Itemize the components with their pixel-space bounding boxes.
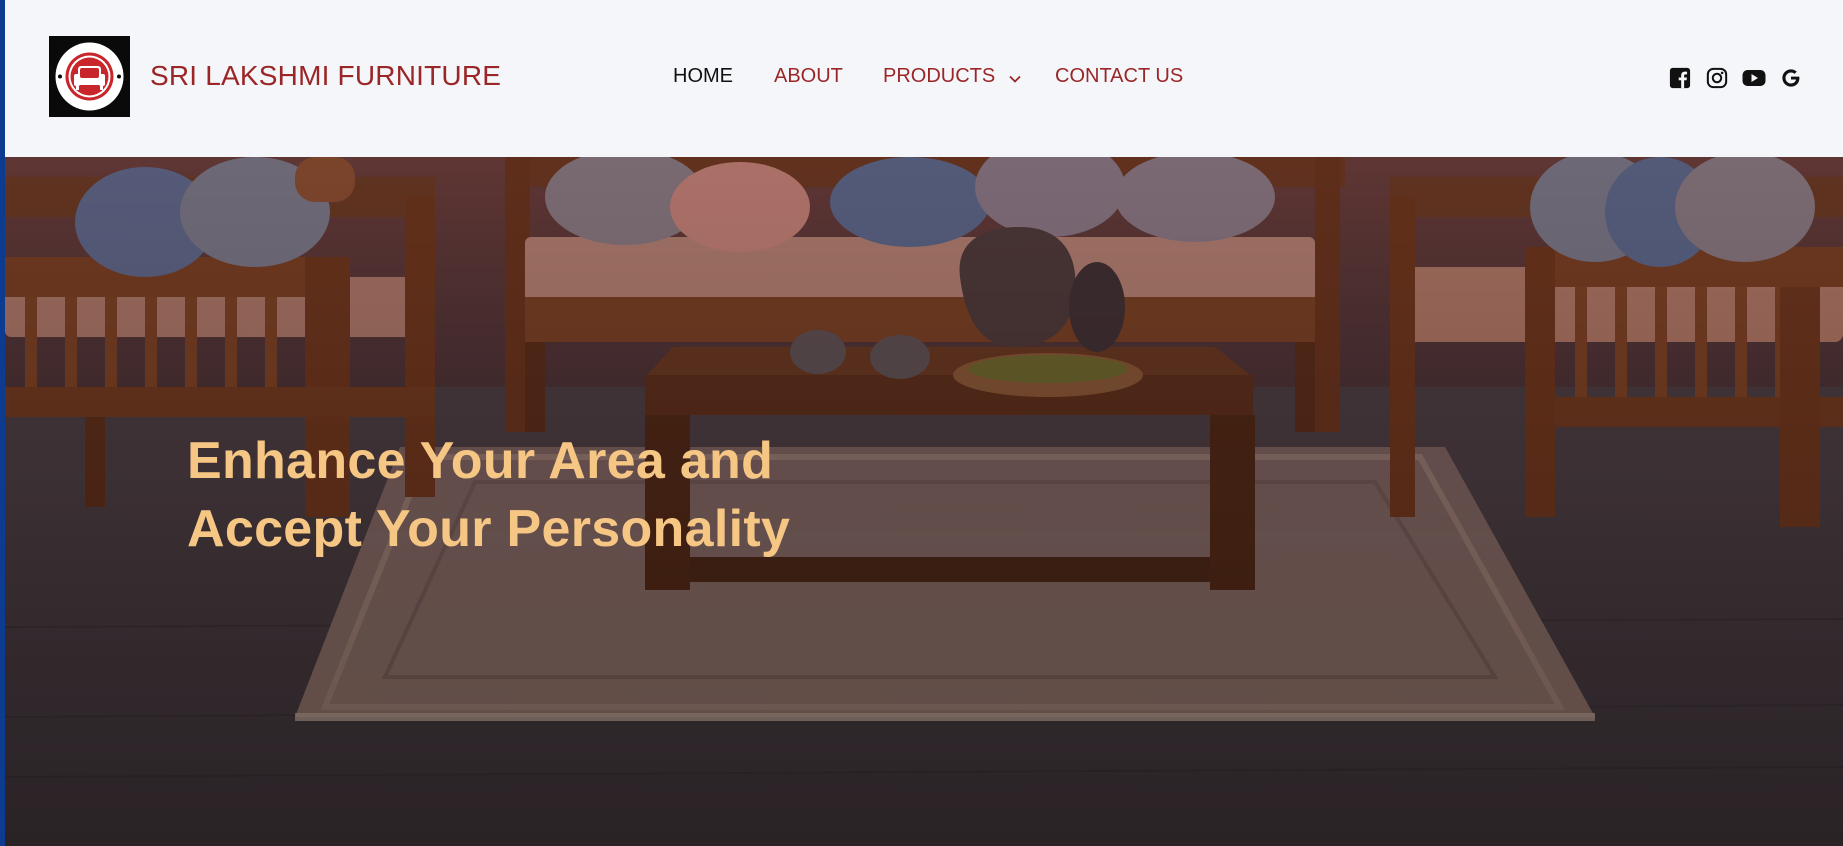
brand-name[interactable]: SRI LAKSHMI FURNITURE <box>150 60 501 92</box>
nav-item-label: PRODUCTS <box>883 65 996 87</box>
hero-headline-line-2: Accept Your Personality <box>187 500 791 558</box>
site-logo[interactable] <box>49 36 130 117</box>
hero-banner: Enhance Your Area and Accept Your Person… <box>5 157 1843 846</box>
nav-item-about[interactable]: ABOUT <box>774 64 843 88</box>
nav-item-label: CONTACT US <box>1055 65 1184 87</box>
facebook-icon[interactable] <box>1669 67 1693 91</box>
page-frame: SRI LAKSHMI FURNITURE HOME ABOUT PRODUCT… <box>5 0 1843 846</box>
nav-item-products[interactable]: PRODUCTS <box>883 64 1021 89</box>
google-icon[interactable] <box>1780 67 1804 91</box>
nav-item-home[interactable]: HOME <box>673 64 733 88</box>
instagram-icon[interactable] <box>1706 67 1730 91</box>
logo-emblem-icon <box>49 36 130 117</box>
hero-headline: Enhance Your Area and Accept Your Person… <box>187 427 790 563</box>
nav-item-label: ABOUT <box>774 65 843 87</box>
nav-item-label: HOME <box>673 65 733 87</box>
chevron-down-icon[interactable] <box>1009 65 1021 89</box>
site-header: SRI LAKSHMI FURNITURE HOME ABOUT PRODUCT… <box>5 0 1843 157</box>
youtube-icon[interactable] <box>1742 67 1766 91</box>
hero-headline-line-1: Enhance Your Area and <box>187 432 774 490</box>
nav-item-contact-us[interactable]: CONTACT US <box>1055 64 1183 88</box>
